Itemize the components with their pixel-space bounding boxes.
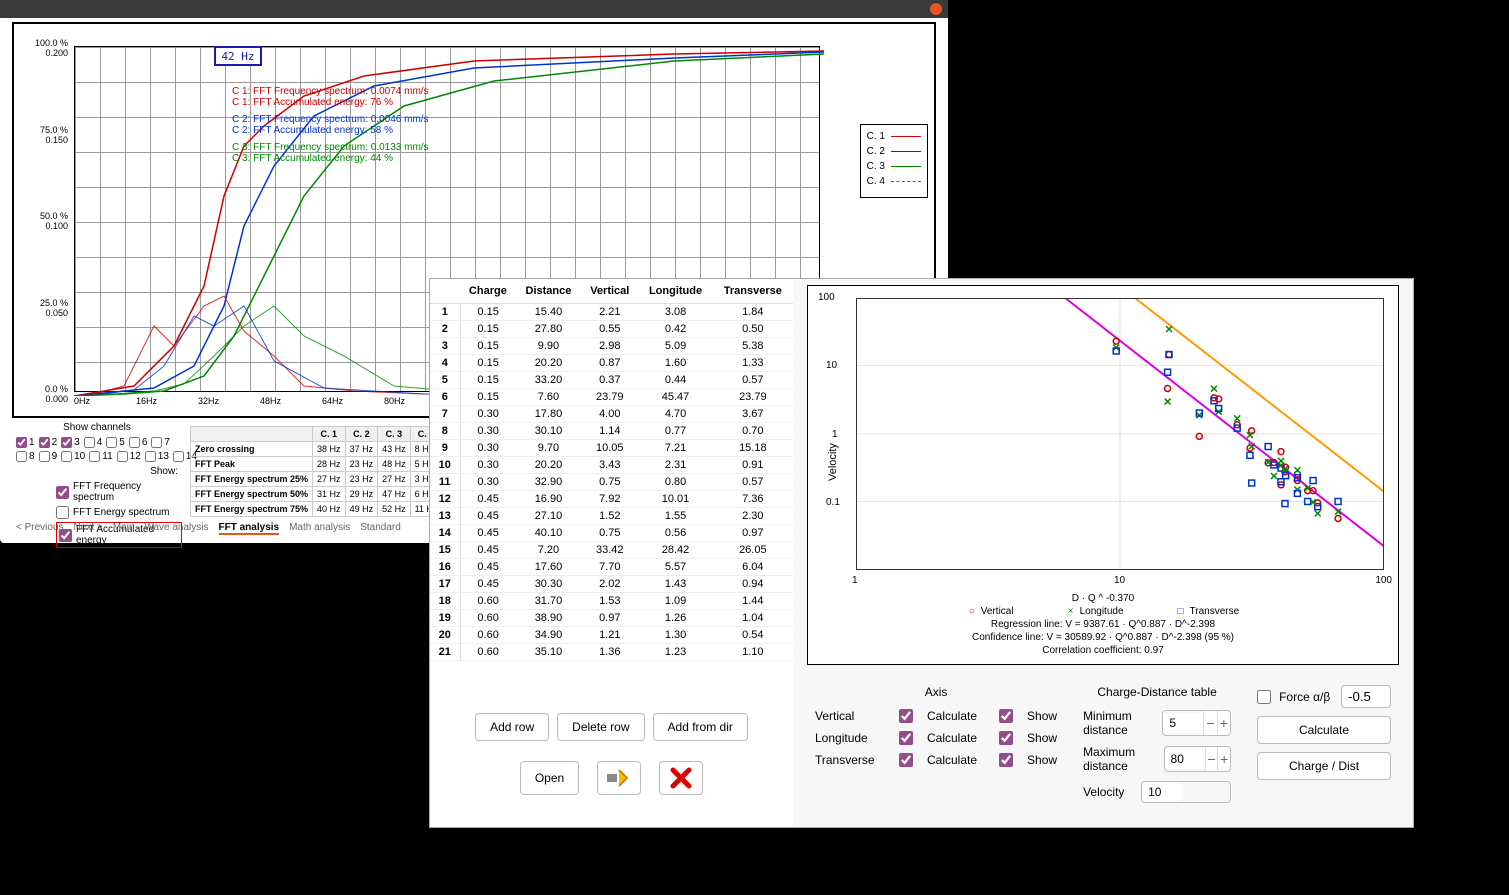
table-row[interactable]: 190.6038.900.971.261.04 bbox=[430, 610, 793, 627]
charge-distance-panel: Charge-Distance table Minimum distance−+… bbox=[1075, 677, 1239, 821]
channel-8-checkbox[interactable] bbox=[16, 451, 27, 462]
regression-window: ChargeDistanceVerticalLongitudeTransvers… bbox=[429, 278, 1414, 828]
axis-panel: Axis Vertical Calculate ShowLongitude Ca… bbox=[807, 677, 1065, 821]
close-icon[interactable] bbox=[930, 3, 942, 15]
channel-10-checkbox[interactable] bbox=[61, 451, 72, 462]
table-row[interactable]: 130.4527.101.521.552.30 bbox=[430, 508, 793, 525]
nav-Mathanalysis[interactable]: Math analysis bbox=[289, 522, 350, 535]
channel-4-checkbox[interactable] bbox=[84, 437, 95, 448]
axis-rows: Vertical Calculate ShowLongitude Calcula… bbox=[815, 709, 1057, 767]
channel-3-checkbox[interactable] bbox=[61, 437, 72, 448]
chart2-series-legend: ○Vertical×Longitude□Transverse bbox=[808, 606, 1398, 617]
max-dec[interactable]: − bbox=[1205, 747, 1218, 771]
vertical-calc-checkbox[interactable] bbox=[899, 709, 913, 723]
regression-chart[interactable]: Velocity 100 10 1 0.1 1 10 10 bbox=[807, 285, 1399, 665]
channel-5-checkbox[interactable] bbox=[106, 437, 117, 448]
show-options: Show: FFT Frequency spectrum FFT Energy … bbox=[16, 466, 182, 551]
stats-table: C. 1C. 2C. 3C. 4Zero crossing38 Hz37 Hz4… bbox=[190, 426, 442, 517]
table-row[interactable]: 210.6035.101.361.231.10 bbox=[430, 644, 793, 661]
table-row[interactable]: 200.6034.901.211.300.54 bbox=[430, 627, 793, 644]
nav-Previous[interactable]: < Previous bbox=[16, 522, 64, 535]
velocity-input[interactable] bbox=[1142, 782, 1182, 802]
table-row[interactable]: 140.4540.100.750.560.97 bbox=[430, 525, 793, 542]
table-row[interactable]: 50.1533.200.370.440.57 bbox=[430, 372, 793, 389]
y-axis-labels: 100.0 %0.20075.0 %0.15050.0 %0.10025.0 %… bbox=[26, 46, 72, 392]
table-row[interactable]: 10.1515.402.213.081.84 bbox=[430, 304, 793, 321]
table-row[interactable]: 70.3017.804.004.703.67 bbox=[430, 406, 793, 423]
min-inc[interactable]: + bbox=[1217, 711, 1230, 735]
table-row[interactable]: 170.4530.302.021.430.94 bbox=[430, 576, 793, 593]
channel-7-checkbox[interactable] bbox=[151, 437, 162, 448]
chart2-ylabel: Velocity bbox=[827, 443, 839, 481]
channel-2-checkbox[interactable] bbox=[39, 437, 50, 448]
data-panel: ChargeDistanceVerticalLongitudeTransvers… bbox=[430, 279, 793, 827]
calculate-button[interactable]: Calculate bbox=[1257, 716, 1391, 744]
correlation-text: Correlation coefficient: 0.97 bbox=[808, 645, 1398, 656]
nav-tabs: < Previous Next > Main Wave analysis FFT ana… bbox=[16, 522, 401, 535]
regression-text: Regression line: V = 9387.61 · Q^0.887 ·… bbox=[808, 619, 1398, 630]
table-row[interactable]: 100.3020.203.432.310.91 bbox=[430, 457, 793, 474]
delete-row-button[interactable]: Delete row bbox=[557, 713, 644, 741]
charge-dist-button[interactable]: Charge / Dist bbox=[1257, 752, 1391, 780]
force-value-input[interactable] bbox=[1341, 685, 1391, 708]
nav-Next[interactable]: Next > bbox=[74, 522, 103, 535]
table-row[interactable]: 180.6031.701.531.091.44 bbox=[430, 593, 793, 610]
chart2-xlabel: D · Q ^ -0.370 bbox=[808, 593, 1398, 604]
nav-Main[interactable]: Main bbox=[113, 522, 135, 535]
table-row[interactable]: 120.4516.907.9210.017.36 bbox=[430, 491, 793, 508]
titlebar bbox=[0, 0, 948, 18]
open-button[interactable]: Open bbox=[520, 761, 579, 795]
vertical-show-checkbox[interactable] bbox=[999, 709, 1013, 723]
data-table[interactable]: ChargeDistanceVerticalLongitudeTransvers… bbox=[430, 279, 793, 661]
force-panel: Force α/β Calculate Charge / Dist bbox=[1249, 677, 1399, 821]
max-distance-input[interactable] bbox=[1165, 749, 1205, 769]
table-row[interactable]: 160.4517.607.705.576.04 bbox=[430, 559, 793, 576]
channel-6-checkbox[interactable] bbox=[129, 437, 140, 448]
min-dec[interactable]: − bbox=[1203, 711, 1216, 735]
table-row[interactable]: 30.159.902.985.095.38 bbox=[430, 338, 793, 355]
bottom-panels: Axis Vertical Calculate ShowLongitude Ca… bbox=[807, 677, 1399, 821]
channel-9-checkbox[interactable] bbox=[39, 451, 50, 462]
channel-checkboxes: 1 2 3 4 5 6 7 8 9 10 11 12 13 14 bbox=[12, 437, 182, 462]
max-inc[interactable]: + bbox=[1217, 747, 1230, 771]
transverse-show-checkbox[interactable] bbox=[999, 753, 1013, 767]
process-icon[interactable] bbox=[597, 761, 641, 795]
chart-legend: C. 1C. 2C. 3C. 4 bbox=[860, 124, 928, 198]
channel-13-checkbox[interactable] bbox=[145, 451, 156, 462]
longitude-calc-checkbox[interactable] bbox=[899, 731, 913, 745]
chart-annotations: C 1: FFT Frequency spectrum: 0.0074 mm/s… bbox=[232, 86, 429, 164]
nav-Standard[interactable]: Standard bbox=[360, 522, 401, 535]
add-from-dir-button[interactable]: Add from dir bbox=[653, 713, 748, 741]
channel-12-checkbox[interactable] bbox=[117, 451, 128, 462]
force-checkbox[interactable] bbox=[1257, 690, 1271, 704]
show-channels-title: Show channels bbox=[12, 422, 182, 433]
nav-FFTanalysis[interactable]: FFT analysis bbox=[219, 522, 280, 535]
delete-icon[interactable] bbox=[659, 761, 703, 795]
nav-Waveanalysis[interactable]: Wave analysis bbox=[144, 522, 208, 535]
chart2-legend: D · Q ^ -0.370 ○Vertical×Longitude□Trans… bbox=[808, 593, 1398, 658]
channel-1-checkbox[interactable] bbox=[16, 437, 27, 448]
table-row[interactable]: 20.1527.800.550.420.50 bbox=[430, 321, 793, 338]
table-row[interactable]: 60.157.6023.7945.4723.79 bbox=[430, 389, 793, 406]
longitude-show-checkbox[interactable] bbox=[999, 731, 1013, 745]
min-distance-input[interactable] bbox=[1163, 713, 1203, 733]
show-opt-0[interactable] bbox=[56, 486, 69, 499]
show-opt-1[interactable] bbox=[56, 506, 69, 519]
channel-11-checkbox[interactable] bbox=[89, 451, 100, 462]
table-row[interactable]: 80.3030.101.140.770.70 bbox=[430, 423, 793, 440]
confidence-text: Confidence line: V = 30589.92 · Q^0.887 … bbox=[808, 632, 1398, 643]
table-row[interactable]: 90.309.7010.057.2115.18 bbox=[430, 440, 793, 457]
table-row[interactable]: 150.457.2033.4228.4226.05 bbox=[430, 542, 793, 559]
transverse-calc-checkbox[interactable] bbox=[899, 753, 913, 767]
table-row[interactable]: 40.1520.200.871.601.33 bbox=[430, 355, 793, 372]
channel-14-checkbox[interactable] bbox=[173, 451, 184, 462]
chart-panel: Velocity 100 10 1 0.1 1 10 10 bbox=[793, 279, 1413, 827]
add-row-button[interactable]: Add row bbox=[475, 713, 549, 741]
table-row[interactable]: 110.3032.900.750.800.57 bbox=[430, 474, 793, 491]
